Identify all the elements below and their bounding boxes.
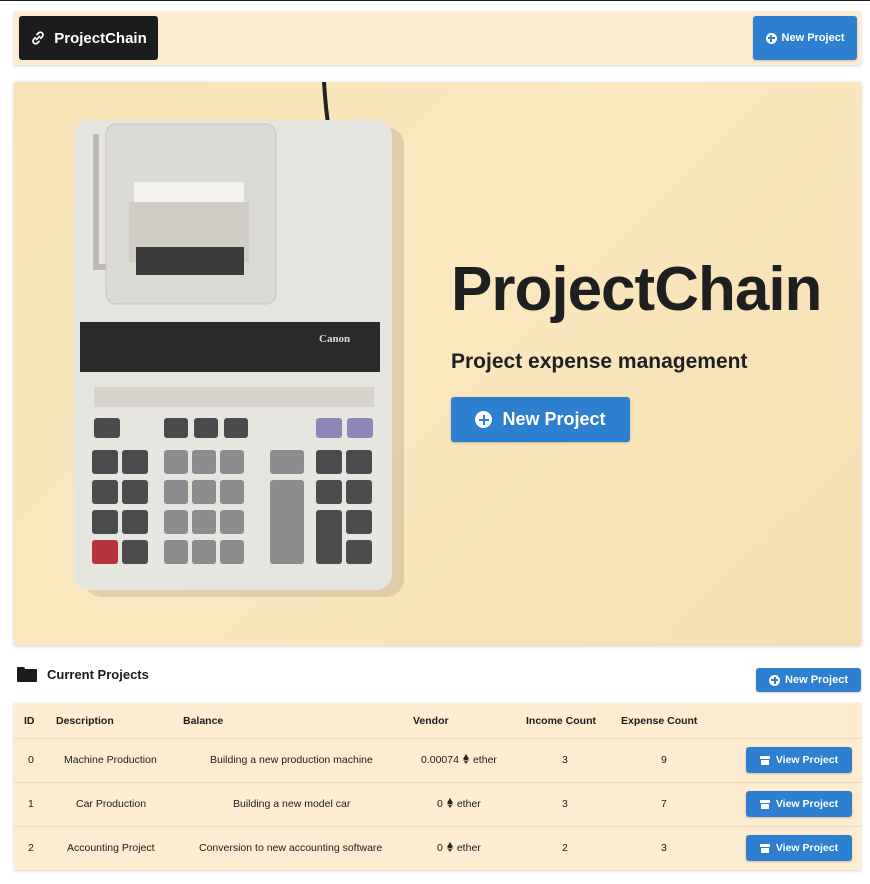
cell-balance: 0 ether: [437, 798, 481, 810]
cell-expense-count: 3: [661, 842, 667, 854]
cell-name: Machine Production: [64, 754, 157, 766]
cell-income-count: 3: [562, 754, 568, 766]
cell-description: Conversion to new accounting software: [199, 842, 383, 854]
projects-new-project-button[interactable]: New Project: [756, 668, 861, 692]
current-projects-heading: Current Projects: [17, 667, 149, 682]
table-row: 1 Car Production Building a new model ca…: [14, 783, 861, 827]
cell-balance: 0.00074 ether: [421, 754, 497, 766]
link-icon: [32, 31, 45, 45]
cell-income-count: 2: [562, 842, 568, 854]
view-project-button[interactable]: View Project: [746, 747, 852, 773]
cell-description: Building a new production machine: [210, 754, 373, 766]
cell-expense-count: 9: [661, 754, 667, 766]
cell-name: Accounting Project: [67, 842, 155, 854]
hero-subtitle: Project expense management: [451, 350, 748, 373]
archive-icon: [759, 843, 770, 853]
hero-title: ProjectChain: [451, 255, 822, 324]
ether-icon: [462, 754, 469, 764]
column-header-vendor: Vendor: [413, 715, 449, 727]
plus-circle-icon: [765, 32, 777, 44]
table-row: 0 Machine Production Building a new prod…: [14, 739, 861, 783]
table-header: ID Description Balance Vendor Income Cou…: [14, 703, 861, 739]
svg-text:Canon: Canon: [319, 333, 350, 345]
cell-name: Car Production: [76, 798, 147, 810]
column-header-income-count: Income Count: [526, 715, 596, 727]
view-project-button[interactable]: View Project: [746, 791, 852, 817]
column-header-balance: Balance: [183, 715, 224, 727]
archive-icon: [759, 799, 770, 809]
cell-id: 0: [28, 754, 34, 766]
header-new-project-button[interactable]: New Project: [753, 16, 857, 60]
top-border: [0, 0, 870, 1]
cell-description: Building a new model car: [233, 798, 351, 810]
cell-id: 2: [28, 842, 34, 854]
brand-logo[interactable]: ProjectChain: [19, 16, 158, 60]
projects-table: ID Description Balance Vendor Income Cou…: [14, 703, 861, 870]
ether-icon: [446, 842, 453, 852]
brand-name: ProjectChain: [54, 29, 147, 47]
column-header-id: ID: [24, 715, 35, 727]
cell-expense-count: 7: [661, 798, 667, 810]
hero-banner: Canon ProjectChain Project expense manag…: [14, 82, 861, 645]
table-row: 2 Accounting Project Conversion to new a…: [14, 827, 861, 871]
archive-icon: [759, 755, 770, 765]
hero-new-project-button[interactable]: New Project: [451, 397, 630, 442]
cell-balance: 0 ether: [437, 842, 481, 854]
plus-circle-icon: [475, 411, 493, 428]
top-menu: ProjectChain New Project: [14, 11, 861, 65]
cell-id: 1: [28, 798, 34, 810]
column-header-expense-count: Expense Count: [621, 715, 698, 727]
cell-income-count: 3: [562, 798, 568, 810]
column-header-description: Description: [56, 715, 114, 727]
folder-icon: [17, 667, 37, 682]
ether-icon: [446, 798, 453, 808]
calculator-image: Canon: [74, 82, 404, 597]
view-project-button[interactable]: View Project: [746, 835, 852, 861]
plus-circle-icon: [769, 674, 781, 686]
